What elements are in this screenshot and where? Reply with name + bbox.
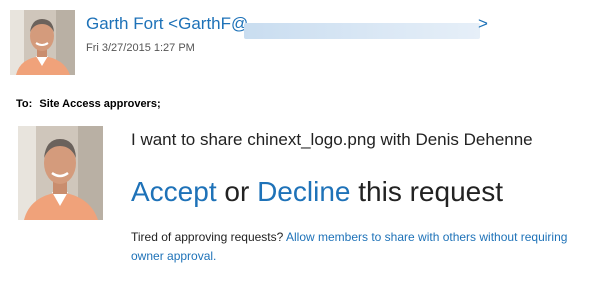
person-photo-icon (10, 10, 75, 75)
recipients-value: Site Access approvers; (39, 98, 161, 110)
sender-name[interactable]: Garth Fort <GarthF@ (86, 14, 248, 34)
request-actions: Accept or Decline this request (131, 176, 503, 208)
recipients-line: To: Site Access approvers; (16, 98, 161, 110)
to-label: To: (16, 98, 33, 110)
request-tail-text: this request (350, 176, 503, 207)
person-photo-icon (18, 126, 103, 220)
or-text: or (216, 176, 258, 207)
sent-timestamp: Fri 3/27/2015 1:27 PM (86, 42, 195, 54)
redacted-email (244, 23, 480, 39)
sender-avatar (10, 10, 75, 75)
accept-link[interactable]: Accept (131, 176, 217, 207)
share-request-message: I want to share chinext_logo.png with De… (131, 130, 533, 149)
approval-question: Tired of approving requests? (131, 230, 284, 244)
sender-email-close: > (478, 14, 488, 33)
approval-settings-note: Tired of approving requests? Allow membe… (131, 228, 601, 266)
decline-link[interactable]: Decline (257, 176, 350, 207)
requester-avatar (18, 126, 103, 220)
